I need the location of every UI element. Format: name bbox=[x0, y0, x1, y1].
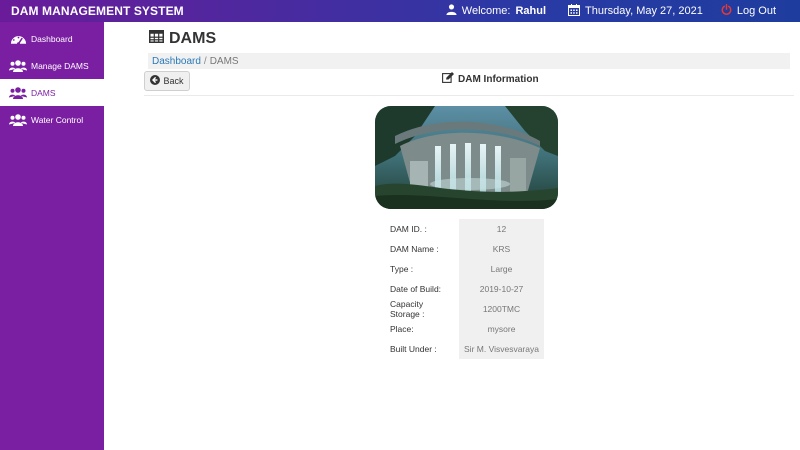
sidebar-item-manage-dams[interactable]: Manage DAMS bbox=[0, 52, 104, 79]
date-text: Thursday, May 27, 2021 bbox=[585, 5, 703, 17]
top-navbar: DAM MANAGEMENT SYSTEM Welcome: Rahul Thu… bbox=[0, 0, 800, 22]
breadcrumb-dashboard-link[interactable]: Dashboard bbox=[152, 56, 201, 67]
sidebar-item-dams[interactable]: DAMS bbox=[0, 79, 104, 106]
breadcrumb-current: DAMS bbox=[209, 55, 239, 67]
build-date-label: Date of Build: bbox=[390, 284, 442, 294]
sidebar-item-label: Dashboard bbox=[31, 33, 73, 44]
sidebar: Dashboard Manage DAMS DAMS Water Control bbox=[0, 22, 104, 450]
place-label: Place: bbox=[390, 324, 414, 334]
users-icon bbox=[9, 85, 27, 101]
current-date: Thursday, May 27, 2021 bbox=[568, 3, 703, 19]
type-value: Large bbox=[459, 259, 544, 279]
edit-icon bbox=[442, 72, 454, 86]
capacity-label: Capacity Storage : bbox=[390, 299, 425, 319]
app-brand[interactable]: DAM MANAGEMENT SYSTEM bbox=[0, 4, 184, 18]
table-row: DAM Name : KRS bbox=[386, 239, 544, 259]
divider bbox=[144, 95, 794, 96]
top-right-group: Welcome: Rahul Thursday, May 27, 2021 Lo… bbox=[446, 0, 800, 22]
dam-name-label: DAM Name : bbox=[390, 244, 439, 254]
welcome-user: Welcome: Rahul bbox=[446, 4, 546, 18]
logout-label[interactable]: Log Out bbox=[737, 5, 776, 17]
table-row: Place: mysore bbox=[386, 319, 544, 339]
power-icon bbox=[721, 4, 732, 18]
back-button-label: Back bbox=[163, 76, 184, 86]
built-under-label: Built Under : bbox=[390, 344, 437, 354]
sidebar-item-dashboard[interactable]: Dashboard bbox=[0, 25, 104, 52]
page-title-text: DAMS bbox=[169, 30, 217, 47]
place-value: mysore bbox=[459, 319, 544, 339]
dashboard-icon bbox=[9, 31, 27, 47]
table-row: Date of Build: 2019-10-27 bbox=[386, 279, 544, 299]
calendar-icon bbox=[568, 3, 581, 19]
dam-name-value: KRS bbox=[459, 239, 544, 259]
breadcrumb-separator: / bbox=[203, 55, 207, 67]
section-title: DAM Information bbox=[442, 72, 539, 86]
dam-info-table: DAM ID. : 12 DAM Name : KRS Type : Large… bbox=[386, 219, 544, 359]
dam-photo bbox=[375, 106, 558, 209]
type-label: Type : bbox=[390, 264, 414, 274]
users-icon bbox=[9, 58, 27, 74]
build-date-value: 2019-10-27 bbox=[459, 279, 544, 299]
logout-link[interactable]: Log Out bbox=[721, 4, 776, 18]
sidebar-item-label: Manage DAMS bbox=[31, 60, 89, 71]
table-icon bbox=[149, 30, 164, 48]
welcome-label: Welcome: bbox=[461, 5, 511, 17]
dam-id-value: 12 bbox=[459, 219, 544, 239]
table-row: Capacity Storage : 1200TMC bbox=[386, 299, 544, 319]
built-under-value: Sir M. Visvesvaraya bbox=[459, 339, 544, 359]
arrow-left-circle-icon bbox=[150, 75, 161, 87]
user-icon bbox=[446, 4, 457, 18]
table-row: Built Under : Sir M. Visvesvaraya bbox=[386, 339, 544, 359]
user-name: Rahul bbox=[515, 5, 547, 17]
dam-id-label: DAM ID. : bbox=[390, 224, 427, 234]
main-content: DAMS Dashboard / DAMS Back DAM Informati… bbox=[104, 22, 800, 450]
users-icon bbox=[9, 112, 27, 128]
breadcrumb: Dashboard / DAMS bbox=[148, 53, 790, 69]
section-title-text: DAM Information bbox=[458, 73, 539, 85]
page-title: DAMS bbox=[149, 30, 216, 48]
sidebar-item-label: DAMS bbox=[31, 87, 56, 98]
capacity-value: 1200TMC bbox=[459, 299, 544, 319]
table-row: DAM ID. : 12 bbox=[386, 219, 544, 239]
table-row: Type : Large bbox=[386, 259, 544, 279]
back-button[interactable]: Back bbox=[144, 71, 190, 91]
sidebar-item-label: Water Control bbox=[31, 114, 84, 125]
sidebar-item-water-control[interactable]: Water Control bbox=[0, 106, 104, 133]
